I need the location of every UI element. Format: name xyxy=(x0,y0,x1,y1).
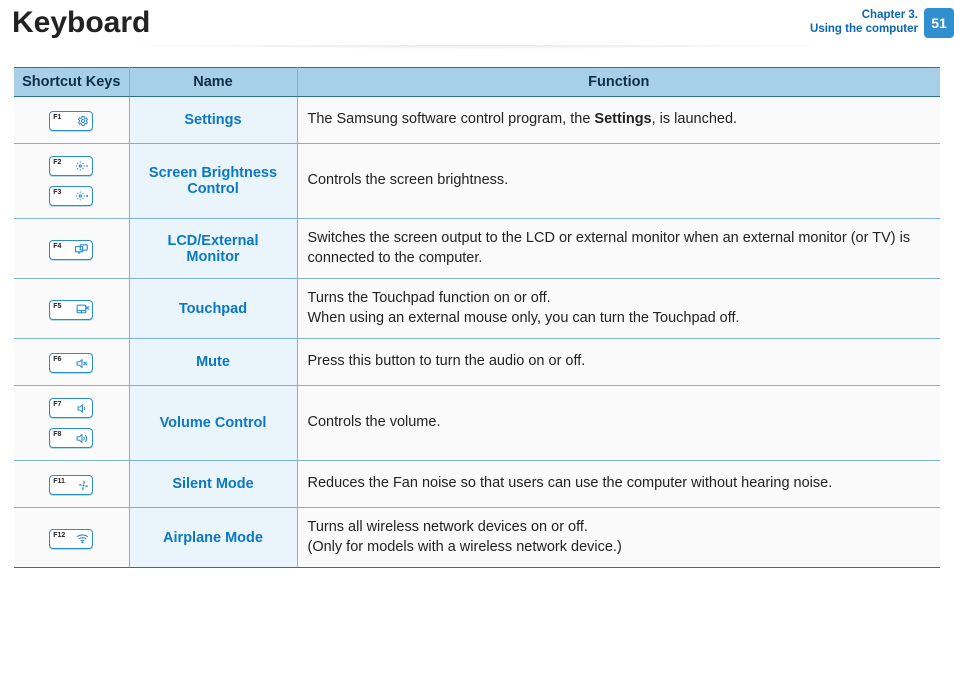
brightness-down-icon xyxy=(64,161,89,171)
function-cell: The Samsung software control program, th… xyxy=(297,97,940,144)
keycap-f3: F3 xyxy=(49,186,93,206)
function-cell: Turns the Touchpad function on or off.Wh… xyxy=(297,279,940,339)
name-cell: Screen Brightness Control xyxy=(129,144,297,219)
touchpad-off-icon xyxy=(64,304,89,315)
chapter-line: Chapter 3. xyxy=(810,9,918,23)
keycap-f2: F2 xyxy=(49,156,93,176)
chapter-subtitle: Using the computer xyxy=(810,23,918,37)
col-header-function: Function xyxy=(297,68,940,97)
keycap-f4: F4 xyxy=(49,240,93,260)
keycap-f1: F1 xyxy=(49,111,93,131)
table-row: F5 Touchpad Turns the Touchpad function … xyxy=(14,279,940,339)
page-title: Keyboard xyxy=(12,6,150,39)
name-cell: Touchpad xyxy=(129,279,297,339)
table-row: F12 Airplane Mode Turns all wireless net… xyxy=(14,508,940,568)
keycap-f5: F5 xyxy=(49,300,93,320)
table-row: F11 Silent Mode Reduces the Fan noise so… xyxy=(14,461,940,508)
function-cell: Turns all wireless network devices on or… xyxy=(297,508,940,568)
keycap-f11: F11 xyxy=(49,475,93,495)
monitor-icon xyxy=(64,244,89,255)
settings-icon xyxy=(64,115,89,127)
wifi-icon xyxy=(68,533,89,544)
keycap-f6: F6 xyxy=(49,353,93,373)
function-cell: Controls the volume. xyxy=(297,386,940,461)
table-row: F2 F3 Screen Brightness Control Controls… xyxy=(14,144,940,219)
name-cell: LCD/External Monitor xyxy=(129,219,297,279)
name-cell: Mute xyxy=(129,339,297,386)
function-cell: Press this button to turn the audio on o… xyxy=(297,339,940,386)
fan-icon xyxy=(68,480,89,491)
function-cell: Switches the screen output to the LCD or… xyxy=(297,219,940,279)
volume-up-icon xyxy=(64,433,89,444)
keycap-f7: F7 xyxy=(49,398,93,418)
keycap-f12: F12 xyxy=(49,529,93,549)
volume-down-icon xyxy=(64,403,89,414)
name-cell: Airplane Mode xyxy=(129,508,297,568)
keycap-f8: F8 xyxy=(49,428,93,448)
divider-shadow xyxy=(0,45,954,59)
table-row: F6 Mute Press this button to turn the au… xyxy=(14,339,940,386)
table-row: F7 F8 Volume Control Controls the volume… xyxy=(14,386,940,461)
brightness-up-icon xyxy=(64,191,89,201)
function-cell: Reduces the Fan noise so that users can … xyxy=(297,461,940,508)
page-number-badge: 51 xyxy=(924,8,954,38)
table-row: F4 LCD/External Monitor Switches the scr… xyxy=(14,219,940,279)
name-cell: Settings xyxy=(129,97,297,144)
table-header-row: Shortcut Keys Name Function xyxy=(14,68,940,97)
function-cell: Controls the screen brightness. xyxy=(297,144,940,219)
name-cell: Silent Mode xyxy=(129,461,297,508)
shortcut-table: Shortcut Keys Name Function F1 Settings … xyxy=(14,67,940,568)
chapter-block: Chapter 3. Using the computer 51 xyxy=(810,6,954,38)
table-row: F1 Settings The Samsung software control… xyxy=(14,97,940,144)
mute-icon xyxy=(64,358,89,369)
col-header-shortcut: Shortcut Keys xyxy=(14,68,129,97)
name-cell: Volume Control xyxy=(129,386,297,461)
col-header-name: Name xyxy=(129,68,297,97)
